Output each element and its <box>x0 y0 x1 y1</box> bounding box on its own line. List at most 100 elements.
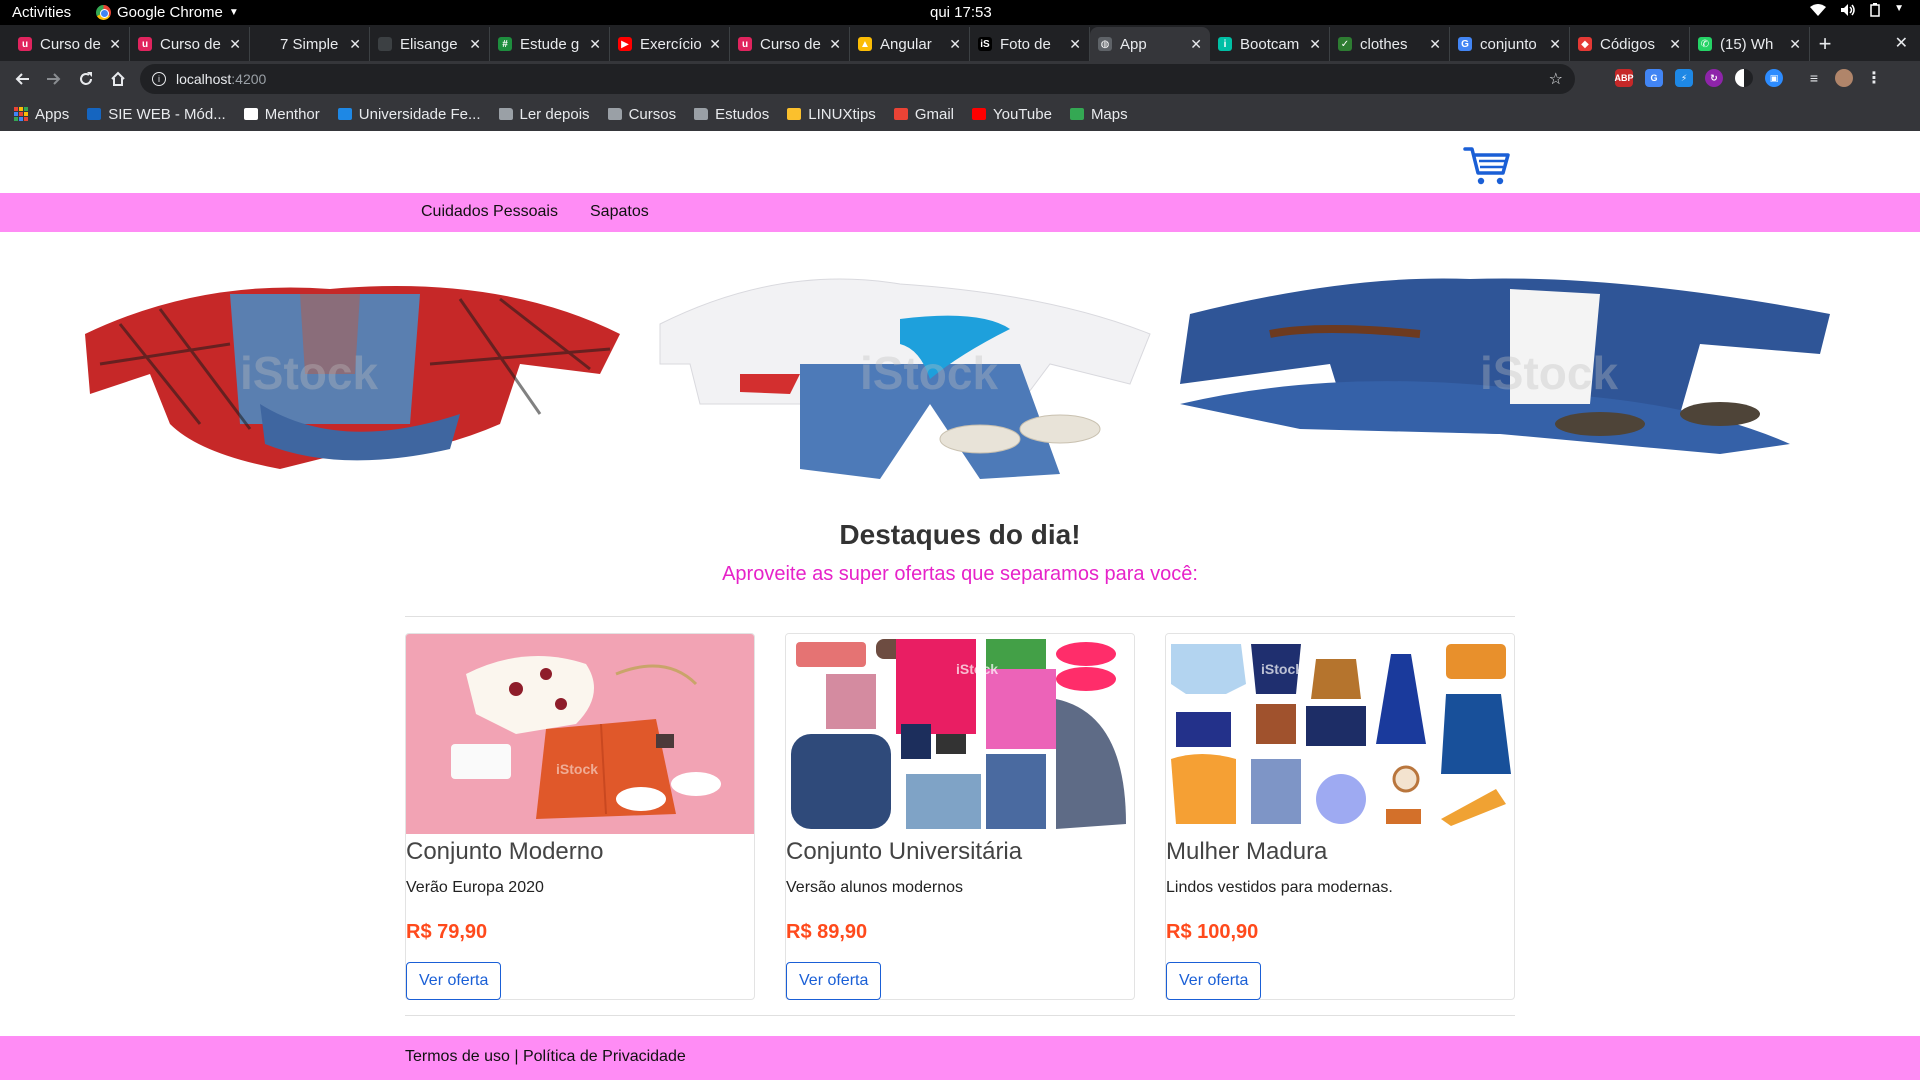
tab-close-icon[interactable]: ✕ <box>349 36 361 53</box>
browser-tab[interactable]: Elisange ✕ <box>370 27 490 61</box>
browser-tab[interactable]: ▲ Angular ✕ <box>850 27 970 61</box>
tab-favicon-icon: u <box>738 37 752 51</box>
view-offer-button[interactable]: Ver oferta <box>786 962 882 1000</box>
browser-tab[interactable]: ◆ Códigos ✕ <box>1570 27 1690 61</box>
product-image-mulher-madura: iStock <box>1166 634 1514 834</box>
tab-close-icon[interactable]: ✕ <box>829 36 841 53</box>
tab-title: Curso de <box>160 35 221 53</box>
browser-tab[interactable]: u Curso de ✕ <box>730 27 850 61</box>
bookmark-label: LINUXtips <box>808 105 876 123</box>
divider <box>405 616 1515 617</box>
bookmark-star-icon[interactable]: ☆ <box>1549 69 1563 89</box>
new-tab-button[interactable]: + <box>1810 27 1840 61</box>
forward-button[interactable] <box>38 63 70 95</box>
svg-text:iStock: iStock <box>1261 661 1303 677</box>
tab-close-icon[interactable]: ✕ <box>1789 36 1801 53</box>
app-name: Google Chrome <box>117 4 223 21</box>
browser-tab[interactable]: iS Foto de ✕ <box>970 27 1090 61</box>
window-close-button[interactable]: ✕ <box>1895 33 1908 53</box>
bookmark-item[interactable]: SIE WEB - Mód... <box>87 106 226 123</box>
browser-tab[interactable]: ◍ App ✕ <box>1090 27 1210 61</box>
nav-link-sapatos[interactable]: Sapatos <box>590 203 649 221</box>
footer-links[interactable]: Termos de uso | Política de Privacidade <box>405 1048 686 1066</box>
tab-close-icon[interactable]: ✕ <box>589 36 601 53</box>
view-offer-button[interactable]: Ver oferta <box>406 962 502 1000</box>
tab-close-icon[interactable]: ✕ <box>1190 36 1202 53</box>
browser-tab[interactable]: u Curso de ✕ <box>10 27 130 61</box>
bookmark-item[interactable]: Ler depois <box>498 106 590 123</box>
wifi-icon[interactable] <box>1810 3 1827 20</box>
tab-title: Curso de <box>760 35 821 53</box>
tab-close-icon[interactable]: ✕ <box>1309 36 1321 53</box>
bookmark-favicon-icon <box>787 108 802 120</box>
extension-purple-icon[interactable]: ↻ <box>1705 69 1723 87</box>
reload-button[interactable] <box>70 63 102 95</box>
adblock-plus-icon[interactable]: ABP <box>1615 69 1634 87</box>
menu-kebab-icon[interactable]: ⋮ <box>1865 69 1883 87</box>
app-menu[interactable]: Google Chrome ▼ <box>96 4 239 21</box>
activities-button[interactable]: Activities <box>12 4 71 21</box>
browser-tab[interactable]: Gconjunto ✕ <box>1450 27 1570 61</box>
product-price: R$ 89,90 <box>786 921 868 943</box>
nav-link-cuidados-pessoais[interactable]: Cuidados Pessoais <box>421 203 558 221</box>
battery-icon[interactable] <box>1870 3 1880 20</box>
bookmark-item[interactable]: Menthor <box>243 106 320 123</box>
chrome-icon <box>96 5 111 20</box>
tab-close-icon[interactable]: ✕ <box>109 36 121 53</box>
browser-tab[interactable]: ✓ clothes ✕ <box>1330 27 1450 61</box>
bookmark-item[interactable]: Universidade Fe... <box>337 106 481 123</box>
category-nav: Cuidados Pessoais Sapatos <box>0 193 1920 232</box>
browser-tab[interactable]: ✆ (15) Wh ✕ <box>1690 27 1810 61</box>
tab-close-icon[interactable]: ✕ <box>1069 36 1081 53</box>
browser-tab[interactable]: i Bootcam ✕ <box>1210 27 1330 61</box>
hero-banner: iStock iStock iStock <box>0 254 1920 484</box>
tab-close-icon[interactable]: ✕ <box>1669 36 1681 53</box>
site-footer: Termos de uso | Política de Privacidade <box>0 1036 1920 1080</box>
tab-title: Exercício <box>640 35 702 53</box>
tab-favicon-icon: u <box>18 37 32 51</box>
home-button[interactable] <box>102 63 134 95</box>
tab-close-icon[interactable]: ✕ <box>1549 36 1561 53</box>
system-tray[interactable]: ▼ <box>1810 3 1904 20</box>
extension-blue-icon[interactable]: ⚡ <box>1675 69 1693 87</box>
bookmark-item[interactable]: Cursos <box>607 106 676 123</box>
site-info-icon[interactable]: i <box>152 72 166 86</box>
bookmark-item[interactable]: Apps <box>14 106 69 123</box>
bookmark-favicon-icon <box>1069 108 1084 120</box>
clock[interactable]: qui 17:53 <box>930 4 992 21</box>
reading-list-icon[interactable]: ≡ <box>1805 69 1823 87</box>
volume-icon[interactable] <box>1840 3 1856 20</box>
product-description: Verão Europa 2020 <box>406 879 544 896</box>
browser-tab[interactable]: 7 Simple ✕ <box>250 27 370 61</box>
bookmark-item[interactable]: Gmail <box>893 106 954 123</box>
page-subheadline: Aproveite as super ofertas que separamos… <box>722 563 1198 585</box>
shopping-cart-icon[interactable] <box>1463 143 1511 187</box>
profile-avatar[interactable] <box>1835 69 1853 87</box>
chevron-down-icon: ▼ <box>228 7 239 18</box>
extensions-area: ABP G ⚡ ↻ ▣ ≡ ⋮ <box>1615 69 1883 87</box>
translate-icon[interactable]: G <box>1645 69 1663 87</box>
tab-close-icon[interactable]: ✕ <box>469 36 481 53</box>
tab-close-icon[interactable]: ✕ <box>709 36 721 53</box>
view-offer-button[interactable]: Ver oferta <box>1166 962 1262 1000</box>
product-title: Mulher Madura <box>1166 838 1328 865</box>
tab-favicon-icon: ✆ <box>1698 37 1712 51</box>
tab-close-icon[interactable]: ✕ <box>949 36 961 53</box>
bookmark-item[interactable]: LINUXtips <box>787 106 876 123</box>
tab-close-icon[interactable]: ✕ <box>1429 36 1441 53</box>
bookmark-item[interactable]: Maps <box>1069 106 1128 123</box>
browser-tab[interactable]: u Curso de ✕ <box>130 27 250 61</box>
bookmark-item[interactable]: Estudos <box>694 106 769 123</box>
bookmark-item[interactable]: YouTube <box>971 106 1052 123</box>
tab-title: Estude g <box>520 35 580 53</box>
url-host: localhost <box>176 71 232 87</box>
address-bar[interactable]: i localhost:4200 ☆ <box>140 64 1575 94</box>
product-image-conjunto-moderno: iStock <box>406 634 754 834</box>
tab-close-icon[interactable]: ✕ <box>229 36 241 53</box>
browser-tab[interactable]: ▶ Exercício ✕ <box>610 27 730 61</box>
browser-tab[interactable]: # Estude g ✕ <box>490 27 610 61</box>
dark-mode-icon[interactable] <box>1735 69 1753 87</box>
zoom-icon[interactable]: ▣ <box>1765 69 1783 87</box>
back-button[interactable] <box>6 63 38 95</box>
chevron-down-icon[interactable]: ▼ <box>1894 3 1904 20</box>
